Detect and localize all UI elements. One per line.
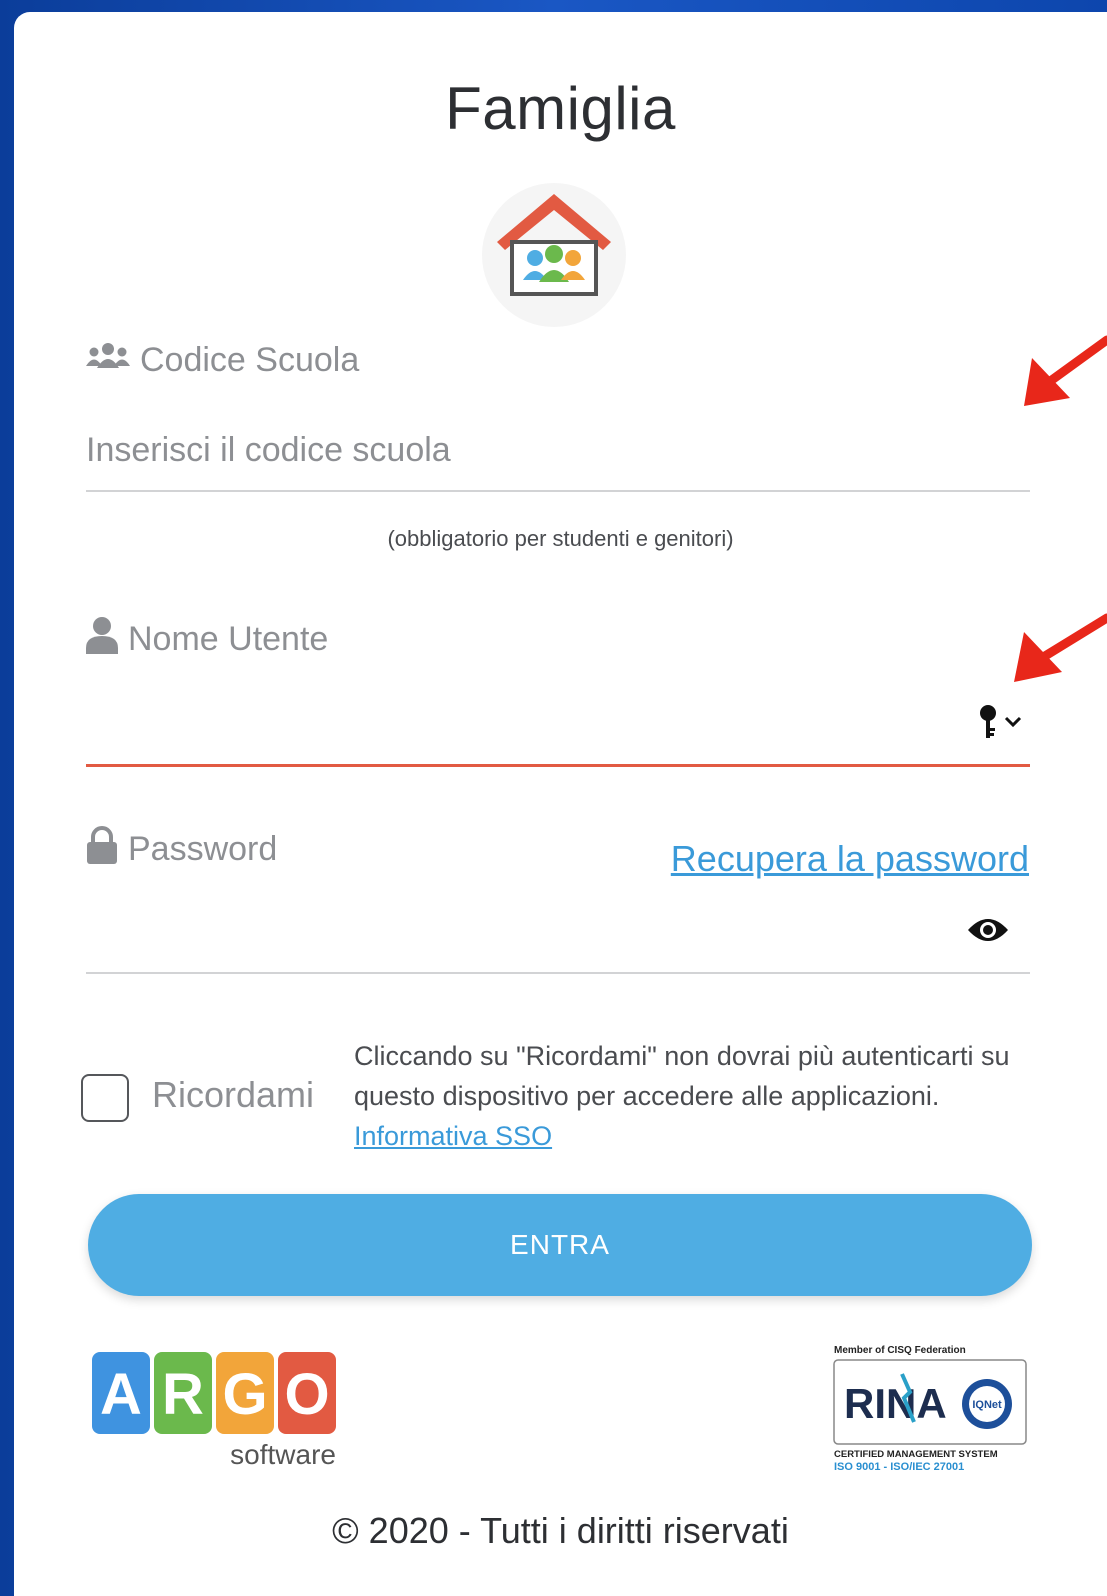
red-arrow-icon bbox=[1018, 332, 1107, 417]
school-code-underline bbox=[86, 490, 1030, 492]
remember-label: Ricordami bbox=[152, 1074, 315, 1115]
argo-software-logo: A R G O software bbox=[92, 1352, 352, 1482]
rina-iso-text: ISO 9001 - ISO/IEC 27001 bbox=[834, 1461, 964, 1473]
school-code-label: Codice Scuola bbox=[86, 340, 359, 381]
rina-certification-badge: Member of CISQ Federation RINA IQNet CER… bbox=[832, 1344, 1032, 1474]
password-label: Password bbox=[86, 826, 277, 873]
user-icon bbox=[86, 616, 118, 663]
username-label-text: Nome Utente bbox=[128, 620, 329, 658]
argo-letter-a: A bbox=[100, 1362, 142, 1427]
copyright-text: © 2020 - Tutti i diritti riservati bbox=[332, 1510, 789, 1551]
sso-info-link[interactable]: Informativa SSO bbox=[354, 1121, 552, 1151]
recover-password-link[interactable]: Recupera la password bbox=[671, 838, 1029, 880]
password-label-text: Password bbox=[128, 830, 278, 868]
password-input[interactable] bbox=[86, 902, 966, 958]
iqnet-text: IQNet bbox=[972, 1399, 1002, 1411]
argo-letter-g: G bbox=[222, 1362, 267, 1427]
key-icon[interactable] bbox=[976, 702, 1028, 742]
remember-checkbox[interactable] bbox=[81, 1074, 129, 1122]
enter-button[interactable]: ENTRA bbox=[88, 1194, 1032, 1296]
argo-software-text: software bbox=[230, 1439, 336, 1470]
username-label: Nome Utente bbox=[86, 616, 328, 663]
eye-icon[interactable] bbox=[966, 912, 1010, 948]
argo-letter-r: R bbox=[162, 1362, 204, 1427]
family-home-logo-icon bbox=[479, 180, 629, 330]
username-underline bbox=[86, 764, 1030, 767]
rina-cert-text: CERTIFIED MANAGEMENT SYSTEM bbox=[834, 1449, 998, 1460]
rina-name-text: RINA bbox=[844, 1380, 947, 1427]
lock-icon bbox=[86, 826, 118, 873]
argo-letter-o: O bbox=[284, 1362, 329, 1427]
users-icon bbox=[86, 340, 130, 381]
login-card: Famiglia Codice Scuola Inserisci il codi… bbox=[14, 12, 1107, 1596]
school-code-input[interactable] bbox=[86, 422, 966, 478]
school-code-label-text: Codice Scuola bbox=[140, 341, 360, 379]
remember-description: Cliccando su "Ricordami" non dovrai più … bbox=[354, 1036, 1054, 1156]
remember-description-text: Cliccando su "Ricordami" non dovrai più … bbox=[354, 1041, 1010, 1111]
rina-member-text: Member of CISQ Federation bbox=[834, 1345, 966, 1356]
password-underline bbox=[86, 972, 1030, 974]
red-arrow-icon bbox=[1006, 608, 1107, 693]
username-input[interactable] bbox=[86, 692, 966, 748]
school-code-hint: (obbligatorio per studenti e genitori) bbox=[387, 526, 734, 551]
page-title: Famiglia bbox=[445, 75, 676, 142]
